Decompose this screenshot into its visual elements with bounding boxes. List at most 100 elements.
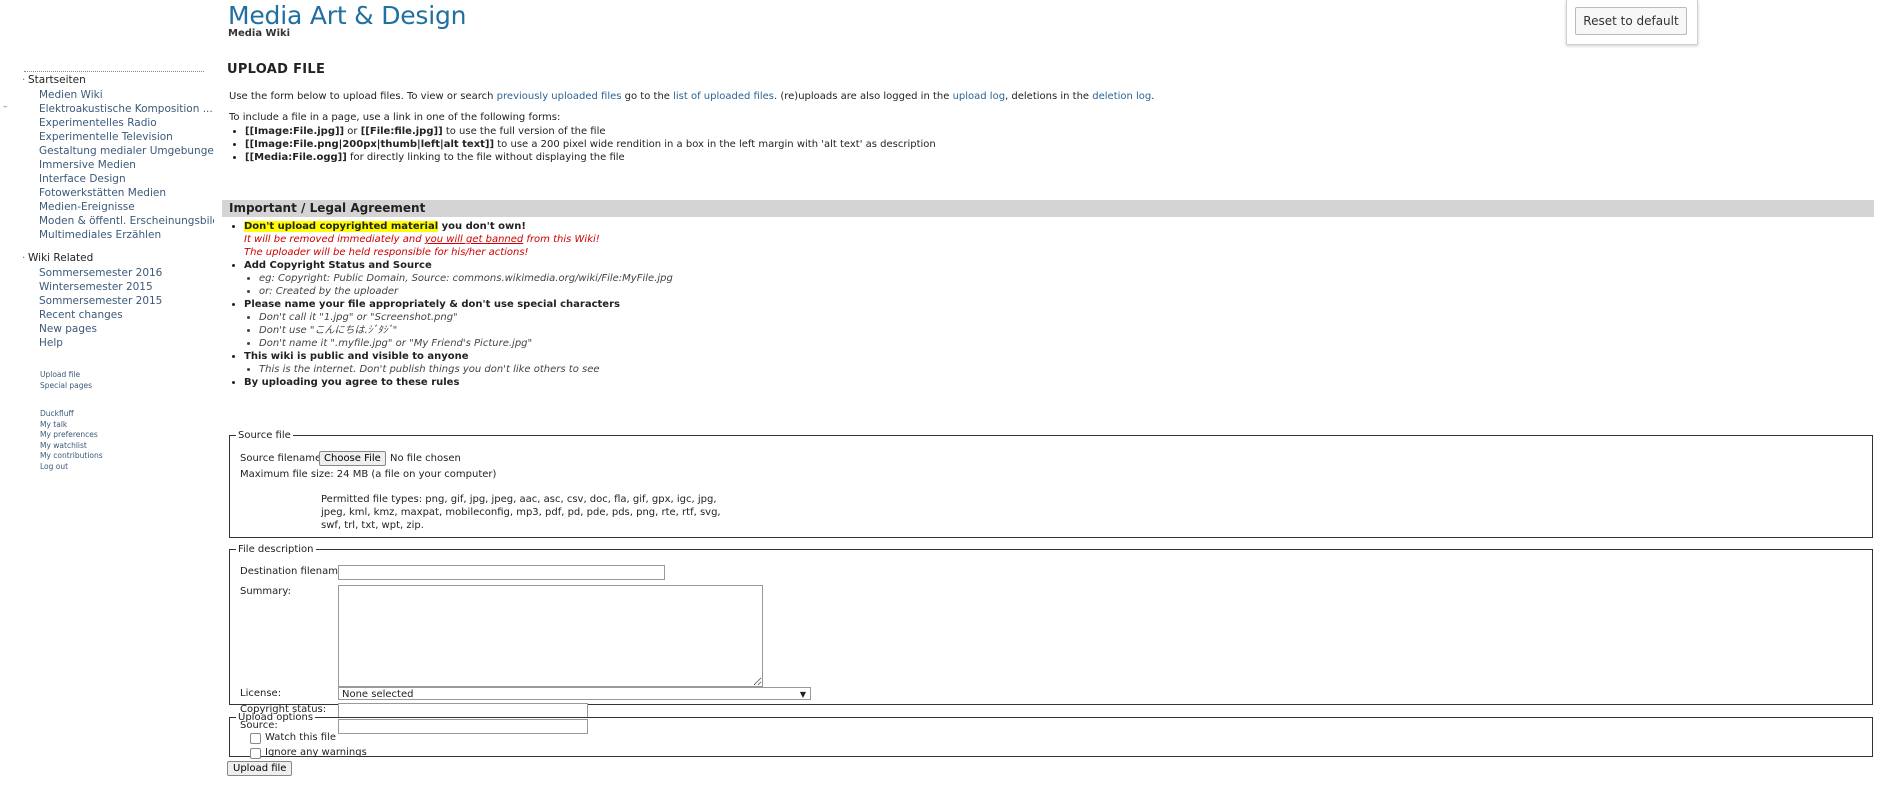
sidebar-item[interactable]: Elektroakustische Komposition ... — [39, 102, 214, 116]
intro-paragraph: Use the form below to upload files. To v… — [229, 91, 1882, 103]
sidebar-item[interactable]: Medien Wiki — [39, 88, 214, 102]
destination-filename-input[interactable] — [338, 565, 665, 580]
rule-item: Please name your file appropriately & do… — [244, 298, 1874, 350]
rule-subitem: Don't call it "1.jpg" or "Screenshot.png… — [259, 311, 1874, 324]
personal-my-preferences[interactable]: My preferences — [40, 430, 204, 441]
responsibility-warning: The uploader will be held responsible fo… — [244, 247, 529, 258]
syntax-text: to use a 200 pixel wide rendition in a b… — [494, 139, 936, 150]
personal-my-contributions[interactable]: My contributions — [40, 451, 204, 462]
license-selected-value: None selected — [342, 689, 414, 700]
intro-text: . (re)uploads are also logged in the — [773, 91, 953, 102]
intro-text: . — [1151, 91, 1155, 102]
file-description-fieldset: File description Destination filename: S… — [229, 544, 1873, 734]
syntax-text: for directly linking to the file without… — [346, 152, 625, 163]
sidebar-item[interactable]: Gestaltung medialer Umgebungen — [39, 144, 214, 158]
sidebar-item[interactable]: Moden & öffentl. Erscheinungsbilder — [39, 214, 214, 228]
ban-warning: It will be removed immediately and you w… — [244, 233, 1874, 246]
sidebar-item[interactable]: Experimentelles Radio — [39, 116, 214, 130]
personal-my-watchlist[interactable]: My watchlist — [40, 441, 204, 452]
warning-underline: you will get banned — [424, 234, 524, 245]
legal-heading: Important / Legal Agreement — [222, 200, 1874, 217]
reset-panel: Reset to default — [1566, 0, 1698, 45]
license-label: License: — [240, 688, 282, 699]
rule-subitem: Don't use "こんにちは.ｼﾞﾀｼﾞ" — [259, 324, 1874, 337]
intro-text: , deletions in the — [1005, 91, 1093, 102]
intro-text: go to the — [621, 91, 674, 102]
personal-username[interactable]: Duckfluff — [40, 409, 204, 420]
rule-subitem: eg: Copyright: Public Domain, Source: co… — [259, 272, 1874, 285]
upload-file-button[interactable]: Upload file — [227, 761, 293, 776]
source-filename-label: Source filename: — [240, 453, 325, 464]
watch-file-checkbox[interactable] — [250, 733, 261, 744]
sidebar-item[interactable]: Wintersemester 2015 — [39, 280, 214, 294]
syntax-list: [[Image:File.jpg]] or [[File:file.jpg]] … — [245, 125, 1882, 164]
rule-item: Don't upload copyrighted material you do… — [244, 220, 1874, 259]
legal-rules: Don't upload copyrighted material you do… — [222, 220, 1874, 389]
site-subtitle: Media Wiki — [228, 28, 291, 39]
rule-subitem: Don't name it ".myfile.jpg" or "My Frien… — [259, 337, 1874, 350]
syntax-code: [[File:file.jpg]] — [360, 126, 443, 137]
syntax-item: [[Image:File.png|200px|thumb|left|alt te… — [245, 138, 1882, 151]
sidebar-item[interactable]: Sommersemester 2016 — [39, 266, 214, 280]
rule-text: Add Copyright Status and Source — [244, 260, 432, 271]
rule-text: This wiki is public and visible to anyon… — [244, 351, 469, 362]
destination-filename-label: Destination filename: — [240, 566, 348, 577]
syntax-text: or — [344, 126, 361, 137]
warning-text: from this Wiki! — [523, 234, 600, 245]
watch-file-label: Watch this file — [265, 732, 336, 743]
upload-options-fieldset: Upload options Watch this file Ignore an… — [229, 712, 1873, 759]
sidebar-item[interactable]: New pages — [39, 322, 214, 336]
sidebar-item[interactable]: Sommersemester 2015 — [39, 294, 214, 308]
include-instructions: To include a file in a page, use a link … — [229, 112, 561, 123]
rule-subitem: or: Created by the uploader — [259, 285, 1874, 298]
license-select[interactable]: None selected ▼ — [338, 687, 811, 700]
chevron-down-icon: ▼ — [799, 690, 806, 699]
rule-highlight: Don't upload copyrighted material — [244, 221, 439, 232]
main-content: UPLOAD FILE Use the form below to upload… — [222, 62, 1882, 776]
rule-text: By uploading you agree to these rules — [244, 377, 460, 388]
sidebar: Startseiten Medien Wiki Elektroakustisch… — [22, 72, 214, 479]
syntax-code: [[Image:File.jpg]] — [245, 126, 345, 137]
file-description-legend: File description — [238, 544, 314, 555]
rule-text: you don't own! — [438, 221, 526, 232]
personal-my-talk[interactable]: My talk — [40, 420, 204, 431]
upload-log-link[interactable]: upload log — [953, 91, 1005, 102]
sidebar-item[interactable]: Interface Design — [39, 172, 214, 186]
sidebar-item[interactable]: Help — [39, 336, 214, 350]
ignore-warnings-checkbox[interactable] — [250, 748, 261, 759]
sidebar-heading-startseiten[interactable]: Startseiten — [22, 74, 204, 86]
site-title[interactable]: Media Art & Design — [228, 1, 467, 30]
source-file-fieldset: Source file Source filename: Choose File… — [229, 430, 1873, 538]
summary-textarea[interactable] — [338, 585, 763, 687]
upload-options-legend: Upload options — [238, 712, 314, 723]
tool-upload-file[interactable]: Upload file — [40, 370, 204, 381]
rule-item: This wiki is public and visible to anyon… — [244, 350, 1874, 376]
syntax-item: [[Image:File.jpg]] or [[File:file.jpg]] … — [245, 125, 1882, 138]
rule-item: Add Copyright Status and Source eg: Copy… — [244, 259, 1874, 298]
ignore-warnings-label: Ignore any warnings — [265, 747, 367, 758]
sidebar-item[interactable]: Immersive Medien — [39, 158, 214, 172]
personal-log-out[interactable]: Log out — [40, 462, 204, 473]
tool-special-pages[interactable]: Special pages — [40, 381, 204, 392]
source-file-legend: Source file — [238, 430, 291, 441]
rule-subitem: This is the internet. Don't publish thin… — [259, 363, 1874, 376]
list-of-uploaded-files-link[interactable]: list of uploaded files — [673, 91, 774, 102]
warning-text: It will be removed immediately and — [244, 234, 425, 245]
sidebar-item[interactable]: Medien-Ereignisse — [39, 200, 214, 214]
sidebar-item[interactable]: Multimediales Erzählen — [39, 228, 214, 242]
no-file-chosen-text: No file chosen — [390, 453, 461, 464]
deletion-log-link[interactable]: deletion log — [1092, 91, 1151, 102]
collapse-handle[interactable]: – — [3, 102, 8, 112]
choose-file-button[interactable]: Choose File — [319, 451, 386, 466]
sidebar-item[interactable]: Recent changes — [39, 308, 214, 322]
previously-uploaded-files-link[interactable]: previously uploaded files — [497, 91, 622, 102]
sidebar-item[interactable]: Experimentelle Television — [39, 130, 214, 144]
intro-text: Use the form below to upload files. To v… — [229, 91, 497, 102]
summary-label: Summary: — [240, 586, 291, 597]
sidebar-heading-wiki-related[interactable]: Wiki Related — [22, 252, 204, 264]
sidebar-item[interactable]: Fotowerkstätten Medien — [39, 186, 214, 200]
reset-to-default-button[interactable]: Reset to default — [1575, 7, 1687, 35]
syntax-code: [[Media:File.ogg]] — [245, 152, 347, 163]
rule-text: Please name your file appropriately & do… — [244, 299, 620, 310]
page-title: UPLOAD FILE — [227, 62, 326, 77]
